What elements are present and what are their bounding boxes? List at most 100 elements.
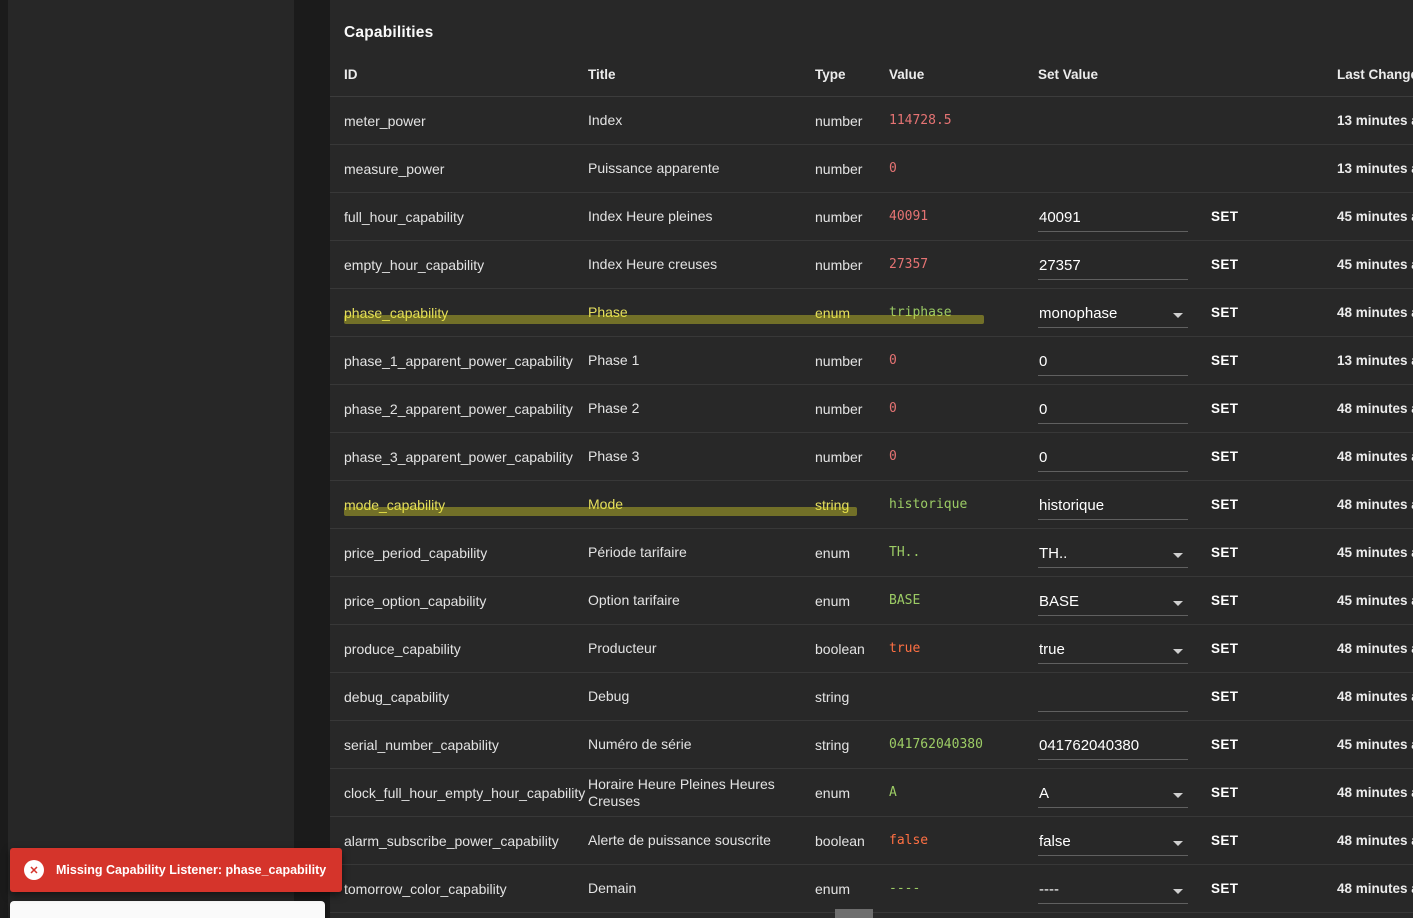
set-button-cell: SET — [1211, 393, 1337, 424]
set-button-cell: SET — [1211, 585, 1337, 616]
set-value-input[interactable]: 0 — [1038, 346, 1188, 376]
set-value-text: 27357 — [1039, 256, 1081, 274]
set-button[interactable]: SET — [1211, 537, 1246, 568]
capability-title: Index — [588, 112, 623, 128]
capability-title: Debug — [588, 688, 630, 704]
set-button[interactable]: SET — [1211, 777, 1246, 808]
set-value-input[interactable]: 0 — [1038, 442, 1188, 472]
set-button-cell: SET — [1211, 537, 1337, 568]
set-button[interactable]: SET — [1211, 297, 1246, 328]
chevron-down-icon — [1173, 792, 1183, 798]
set-value-input[interactable]: 041762040380 — [1038, 730, 1188, 760]
last-changed: 48 minutes ago — [1337, 305, 1413, 320]
set-button[interactable]: SET — [1211, 345, 1246, 376]
set-value-cell: 40091 — [1038, 202, 1211, 232]
set-button[interactable]: SET — [1211, 489, 1246, 520]
set-value-input[interactable]: 40091 — [1038, 202, 1188, 232]
set-value-text: 0 — [1039, 400, 1048, 418]
toast-message: Missing Capability Listener: phase_capab… — [56, 863, 327, 877]
last-changed: 13 minutes ago — [1337, 113, 1413, 128]
capability-id: clock_full_hour_empty_hour_capability — [344, 784, 586, 801]
capability-type: number — [815, 352, 863, 369]
page-title: Capabilities — [344, 24, 434, 41]
capability-type: number — [815, 400, 863, 417]
last-changed: 13 minutes ago — [1337, 353, 1413, 368]
set-button[interactable]: SET — [1211, 873, 1246, 904]
set-button[interactable]: SET — [1211, 393, 1246, 424]
set-value-input[interactable]: 27357 — [1038, 250, 1188, 280]
set-button-cell: SET — [1211, 777, 1337, 808]
capability-title: Numéro de série — [588, 736, 692, 752]
set-value-cell: true — [1038, 634, 1211, 664]
capability-value: 041762040380 — [889, 737, 983, 752]
set-value-select[interactable]: false — [1038, 826, 1188, 856]
set-button[interactable]: SET — [1211, 633, 1246, 664]
horizontal-scrollbar-thumb[interactable] — [835, 909, 873, 918]
set-button-cell: SET — [1211, 201, 1337, 232]
set-value-select[interactable]: true — [1038, 634, 1188, 664]
capability-value: TH.. — [889, 545, 921, 560]
set-button[interactable]: SET — [1211, 681, 1246, 712]
capability-value: 40091 — [889, 209, 929, 224]
set-value-text: historique — [1039, 496, 1105, 514]
set-value-select[interactable]: A — [1038, 778, 1188, 808]
table-row: phase_3_apparent_power_capability Phase … — [330, 433, 1413, 481]
column-header-id: ID — [344, 66, 358, 82]
set-value-text: ---- — [1039, 880, 1059, 898]
set-value-cell: 0 — [1038, 442, 1211, 472]
capability-id: serial_number_capability — [344, 736, 499, 753]
capability-type: number — [815, 448, 863, 465]
set-button-cell: SET — [1211, 441, 1337, 472]
snackbar-peek — [10, 901, 325, 918]
table-row: debug_capability Debug string SET 48 min… — [330, 673, 1413, 721]
capability-id: phase_2_apparent_power_capability — [344, 400, 573, 417]
set-value-select[interactable]: TH.. — [1038, 538, 1188, 568]
table-row: full_hour_capability Index Heure pleines… — [330, 193, 1413, 241]
set-value-select[interactable]: monophase — [1038, 298, 1188, 328]
set-value-text: monophase — [1039, 304, 1118, 322]
capability-title: Mode — [588, 496, 624, 512]
set-value-cell: 0 — [1038, 346, 1211, 376]
set-value-text: true — [1039, 640, 1065, 658]
set-value-input[interactable] — [1038, 682, 1188, 712]
capability-value: 0 — [889, 449, 897, 464]
set-value-input[interactable]: historique — [1038, 490, 1188, 520]
set-button[interactable]: SET — [1211, 729, 1246, 760]
sidebar — [8, 0, 294, 918]
set-value-cell: historique — [1038, 490, 1211, 520]
set-value-select[interactable]: ---- — [1038, 874, 1188, 904]
last-changed: 48 minutes ago — [1337, 689, 1413, 704]
capability-id: price_option_capability — [344, 592, 487, 609]
capability-title: Puissance apparente — [588, 160, 720, 176]
capability-title: Horaire Heure Pleines Heures Creuses — [588, 775, 775, 809]
capability-type: string — [815, 688, 850, 705]
column-header-title: Title — [588, 66, 616, 82]
capability-title: Index Heure creuses — [588, 256, 718, 272]
set-button[interactable]: SET — [1211, 825, 1246, 856]
capability-id: tomorrow_color_capability — [344, 880, 507, 897]
capability-id: debug_capability — [344, 688, 450, 705]
table-row: mode_capability Mode string historique h… — [330, 481, 1413, 529]
set-value-cell: monophase — [1038, 298, 1211, 328]
set-value-input[interactable]: 0 — [1038, 394, 1188, 424]
set-value-cell: A — [1038, 778, 1211, 808]
set-value-cell: ---- — [1038, 874, 1211, 904]
set-button[interactable]: SET — [1211, 585, 1246, 616]
capability-value: 0 — [889, 401, 897, 416]
capability-title: Option tarifaire — [588, 592, 680, 608]
set-value-text: 40091 — [1039, 208, 1081, 226]
table-body: meter_power Index number 114728.5 13 min… — [330, 97, 1413, 913]
capability-value: 27357 — [889, 257, 929, 272]
set-button[interactable]: SET — [1211, 249, 1246, 280]
capability-value: BASE — [889, 593, 921, 608]
set-button[interactable]: SET — [1211, 201, 1246, 232]
capability-value: 114728.5 — [889, 113, 952, 128]
capability-type: number — [815, 160, 863, 177]
set-value-select[interactable]: BASE — [1038, 586, 1188, 616]
chevron-down-icon — [1173, 600, 1183, 606]
set-button[interactable]: SET — [1211, 441, 1246, 472]
chevron-down-icon — [1173, 552, 1183, 558]
set-value-text: TH.. — [1039, 544, 1068, 562]
last-changed: 45 minutes ago — [1337, 737, 1413, 752]
toast: ✕ Missing Capability Listener: phase_cap… — [10, 848, 343, 892]
